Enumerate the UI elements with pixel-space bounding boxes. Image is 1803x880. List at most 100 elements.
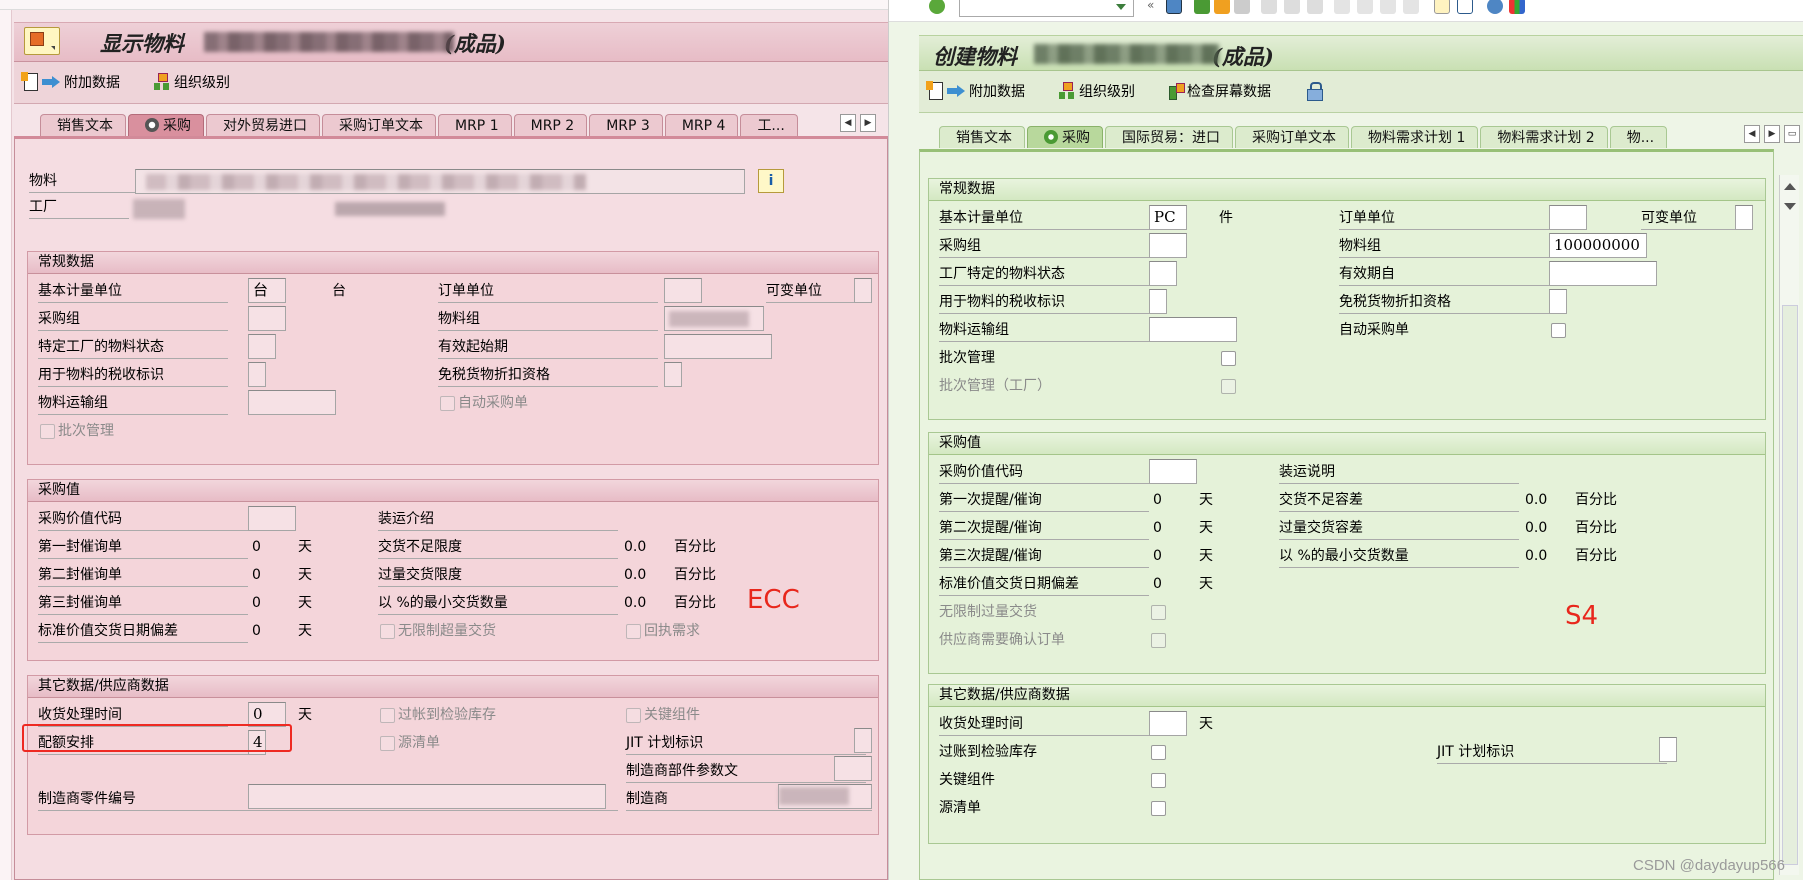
valid-from-field[interactable] bbox=[664, 334, 772, 359]
purchasing-group-field[interactable] bbox=[248, 306, 286, 331]
tab-list-button[interactable]: ▭ bbox=[1784, 125, 1800, 143]
print-icon[interactable] bbox=[1261, 0, 1277, 14]
scroll-up-icon[interactable] bbox=[1784, 183, 1796, 190]
lock-button[interactable] bbox=[1307, 80, 1323, 102]
tab-item[interactable]: 国际贸易：进口 bbox=[1105, 126, 1233, 148]
post-to-inspection-checkbox[interactable] bbox=[380, 708, 395, 723]
ack-required-checkbox[interactable] bbox=[626, 624, 641, 639]
transport-group-field[interactable] bbox=[248, 390, 336, 415]
unlimited-overdelivery-checkbox[interactable] bbox=[380, 624, 395, 639]
base-uom-field[interactable]: PC bbox=[1149, 205, 1187, 230]
critical-part-checkbox[interactable] bbox=[1151, 773, 1166, 788]
command-field[interactable] bbox=[959, 0, 1134, 17]
value-key-field[interactable] bbox=[1149, 459, 1197, 484]
tab-item[interactable]: 物... bbox=[1609, 126, 1668, 148]
scroll-thumb[interactable] bbox=[1782, 305, 1798, 865]
first-page-icon[interactable] bbox=[1334, 0, 1350, 14]
last-page-icon[interactable] bbox=[1403, 0, 1419, 14]
shortcut-icon[interactable] bbox=[1457, 0, 1473, 14]
tab-item[interactable]: MRP 3 bbox=[589, 114, 663, 136]
variable-unit-field[interactable] bbox=[854, 278, 872, 303]
exit-icon[interactable] bbox=[1214, 0, 1230, 14]
transport-group-field[interactable] bbox=[1149, 317, 1237, 342]
order-unit-field[interactable] bbox=[1549, 205, 1587, 230]
gr-processing-time-field[interactable] bbox=[1149, 711, 1187, 736]
help-icon[interactable] bbox=[1487, 0, 1503, 14]
org-levels-button[interactable]: 组织级别 bbox=[154, 71, 230, 93]
find-icon[interactable] bbox=[1284, 0, 1300, 14]
overdelivery-tol-label: 过量交货容差 bbox=[1279, 516, 1519, 540]
prev-page-icon[interactable] bbox=[1357, 0, 1373, 14]
auto-po-checkbox[interactable] bbox=[1551, 323, 1566, 338]
vendor-confirm-checkbox[interactable] bbox=[1151, 633, 1166, 648]
tab-item[interactable]: 销售文本 bbox=[939, 126, 1025, 148]
variable-unit-field[interactable] bbox=[1735, 205, 1753, 230]
valid-from-field[interactable] bbox=[1549, 261, 1657, 286]
tab-item[interactable]: MRP 1 bbox=[438, 114, 512, 136]
jit-indicator-field[interactable] bbox=[854, 728, 872, 753]
additional-data-button[interactable]: 附加数据 bbox=[926, 80, 1025, 102]
tab-scroll-right-button[interactable]: ▶ bbox=[1764, 125, 1780, 143]
variable-unit-label: 可变单位 bbox=[766, 279, 856, 303]
batch-mgmt-plant-checkbox[interactable] bbox=[1221, 379, 1236, 394]
auto-po-checkbox[interactable] bbox=[440, 396, 455, 411]
cancel-icon[interactable] bbox=[1234, 0, 1250, 14]
next-page-icon[interactable] bbox=[1380, 0, 1396, 14]
application-toolbar: 附加数据 组织级别 bbox=[14, 62, 888, 104]
save-icon[interactable] bbox=[1166, 0, 1182, 14]
tab-item[interactable]: MRP 4 bbox=[664, 114, 739, 136]
batch-mgmt-checkbox[interactable] bbox=[1221, 351, 1236, 366]
new-session-icon[interactable] bbox=[1434, 0, 1450, 14]
tab-item[interactable]: 销售文本 bbox=[40, 114, 126, 136]
batch-mgmt-checkbox[interactable] bbox=[40, 424, 55, 439]
find-next-icon[interactable] bbox=[1307, 0, 1323, 14]
chevron-left-icon[interactable]: « bbox=[1147, 0, 1157, 14]
tab-item[interactable]: 对外贸易进口 bbox=[206, 114, 320, 136]
tab-scroll-right-button[interactable]: ▶ bbox=[860, 114, 876, 132]
tax-indicator-field[interactable] bbox=[248, 362, 266, 387]
jit-indicator-field[interactable] bbox=[1659, 737, 1677, 762]
org-levels-button[interactable]: 组织级别 bbox=[1059, 80, 1135, 102]
mfr-part-profile-field[interactable] bbox=[834, 756, 872, 781]
app-menu-icon[interactable] bbox=[24, 27, 60, 55]
base-uom-field[interactable]: 台 bbox=[248, 278, 286, 303]
tab-item[interactable]: 物料需求计划 1 bbox=[1351, 126, 1479, 148]
mfr-part-number-field[interactable] bbox=[248, 784, 606, 809]
post-to-inspection-checkbox[interactable] bbox=[1151, 745, 1166, 760]
gr-processing-time-unit: 天 bbox=[1199, 716, 1213, 732]
back-icon[interactable] bbox=[1194, 0, 1210, 14]
tab-item[interactable]: 采购订单文本 bbox=[1235, 126, 1349, 148]
source-list-checkbox[interactable] bbox=[1151, 801, 1166, 816]
source-list-checkbox[interactable] bbox=[380, 736, 395, 751]
tab-active[interactable]: 采购 bbox=[128, 114, 204, 136]
s4-annotation: S4 bbox=[1565, 601, 1599, 631]
manufacturer-field[interactable] bbox=[778, 784, 872, 809]
plant-status-field[interactable] bbox=[1149, 261, 1177, 286]
tab-item[interactable]: 工... bbox=[740, 114, 798, 136]
qual-discount-field[interactable] bbox=[664, 362, 682, 387]
purchasing-group-field[interactable] bbox=[1149, 233, 1187, 258]
tab-scroll-left-button[interactable]: ◀ bbox=[840, 114, 856, 132]
unlimited-overdelivery-checkbox[interactable] bbox=[1151, 605, 1166, 620]
order-unit-field[interactable] bbox=[664, 278, 702, 303]
tab-item[interactable]: 物料需求计划 2 bbox=[1480, 126, 1608, 148]
qual-discount-field[interactable] bbox=[1549, 289, 1567, 314]
info-icon[interactable]: i bbox=[758, 169, 784, 193]
check-screen-data-button[interactable]: 检查屏幕数据 bbox=[1169, 80, 1271, 102]
scroll-down-icon[interactable] bbox=[1784, 203, 1796, 210]
tab-active[interactable]: 采购 bbox=[1027, 126, 1103, 148]
value-key-field[interactable] bbox=[248, 506, 296, 531]
critical-part-checkbox[interactable] bbox=[626, 708, 641, 723]
material-group-field[interactable] bbox=[664, 306, 764, 331]
tab-item[interactable]: 采购订单文本 bbox=[322, 114, 436, 136]
enter-check-icon[interactable] bbox=[929, 0, 945, 14]
tax-indicator-field[interactable] bbox=[1149, 289, 1167, 314]
plant-status-field[interactable] bbox=[248, 334, 276, 359]
vertical-scrollbar[interactable] bbox=[1779, 175, 1799, 875]
layout-menu-icon[interactable] bbox=[1509, 0, 1525, 14]
tab-scroll-left-button[interactable]: ◀ bbox=[1744, 125, 1760, 143]
tab-item[interactable]: MRP 2 bbox=[513, 114, 588, 136]
mfr-part-profile-label: 制造商部件参数文 bbox=[626, 759, 866, 783]
additional-data-button[interactable]: 附加数据 bbox=[21, 71, 120, 93]
material-group-field[interactable]: 100000000 bbox=[1549, 233, 1647, 258]
